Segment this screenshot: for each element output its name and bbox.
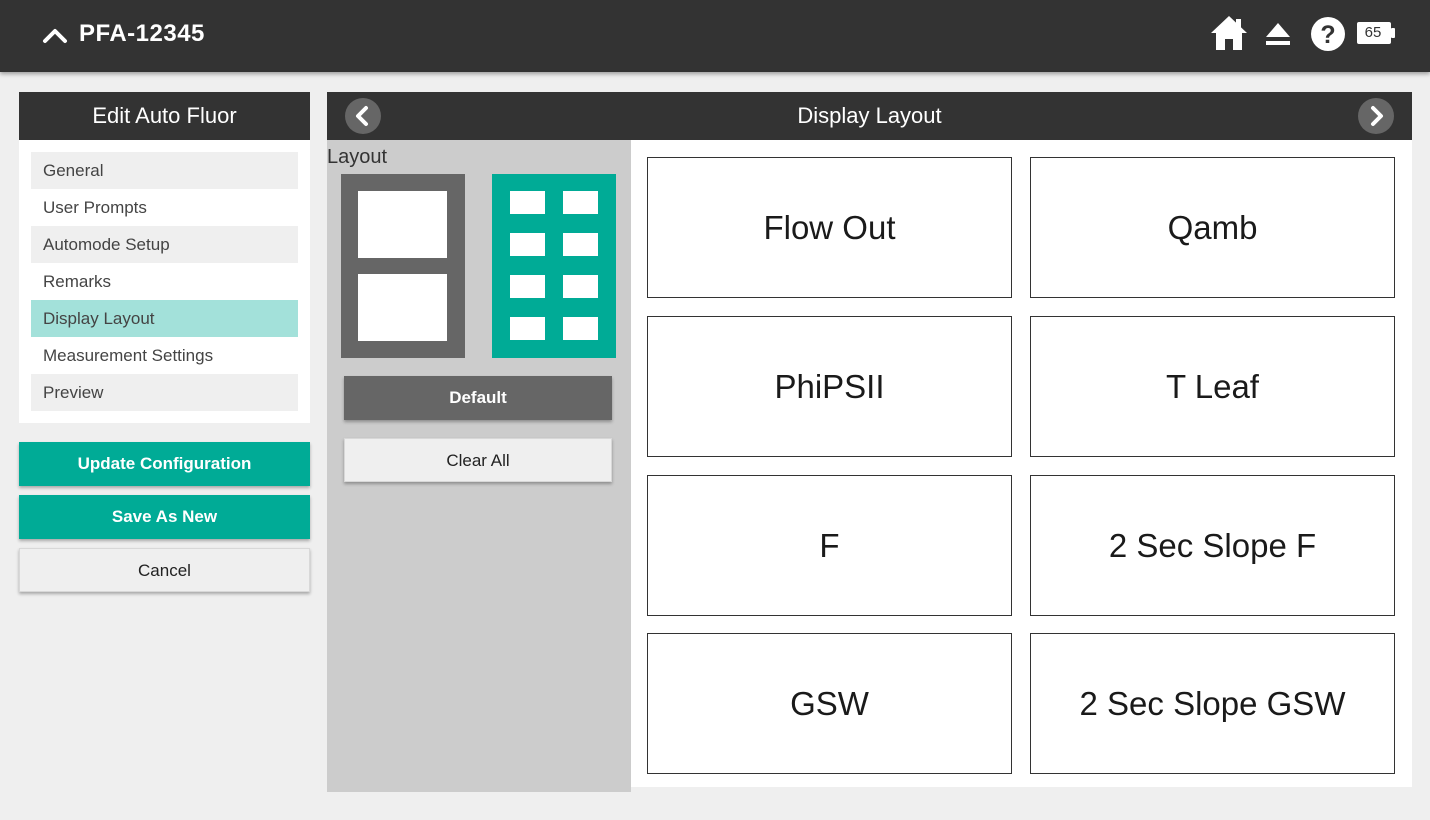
device-name: PFA-12345 <box>79 20 205 47</box>
tile-t-leaf[interactable]: T Leaf <box>1030 316 1395 457</box>
top-bar: PFA-12345 ? 65 <box>0 0 1430 72</box>
previous-arrow-icon[interactable] <box>345 98 381 134</box>
tile-grid: Flow Out Qamb PhiPSII T Leaf F 2 Sec Slo… <box>631 140 1412 787</box>
panel-title: Display Layout <box>797 103 942 128</box>
cancel-button[interactable]: Cancel <box>19 548 310 592</box>
layout-cell <box>510 191 545 214</box>
sidebar-item-preview[interactable]: Preview <box>31 374 298 411</box>
sidebar-item-display-layout[interactable]: Display Layout <box>31 300 298 337</box>
layout-label: Layout <box>327 146 388 168</box>
layout-cell <box>563 191 598 214</box>
chevron-up-icon[interactable] <box>40 22 70 48</box>
layout-option-two-tiles[interactable] <box>341 174 465 358</box>
sidebar-item-general[interactable]: General <box>31 152 298 189</box>
update-configuration-button[interactable]: Update Configuration <box>19 442 310 486</box>
tile-gsw[interactable]: GSW <box>647 633 1012 774</box>
sidebar-item-remarks[interactable]: Remarks <box>31 263 298 300</box>
sidebar-item-measurement-settings[interactable]: Measurement Settings <box>31 337 298 374</box>
layout-cell <box>563 317 598 340</box>
layout-option-eight-tiles[interactable] <box>492 174 616 358</box>
battery-icon: 65 <box>1357 22 1395 44</box>
layout-cell <box>358 191 447 258</box>
sidebar-menu: General User Prompts Automode Setup Rema… <box>19 140 310 423</box>
clear-all-button[interactable]: Clear All <box>344 438 612 482</box>
display-layout-panel: Display Layout Layout Default Clear All <box>327 92 1412 792</box>
home-icon[interactable] <box>1209 14 1249 54</box>
layout-cell <box>510 317 545 340</box>
sidebar-title: Edit Auto Fluor <box>19 92 310 140</box>
tile-2-sec-slope-gsw[interactable]: 2 Sec Slope GSW <box>1030 633 1395 774</box>
layout-cell <box>510 275 545 298</box>
svg-text:?: ? <box>1320 21 1335 49</box>
next-arrow-icon[interactable] <box>1358 98 1394 134</box>
eject-icon[interactable] <box>1263 20 1293 50</box>
tile-qamb[interactable]: Qamb <box>1030 157 1395 298</box>
layout-cell <box>358 274 447 341</box>
layout-cell <box>563 233 598 256</box>
tile-f[interactable]: F <box>647 475 1012 616</box>
tile-flow-out[interactable]: Flow Out <box>647 157 1012 298</box>
tile-2-sec-slope-f[interactable]: 2 Sec Slope F <box>1030 475 1395 616</box>
layout-cell <box>563 275 598 298</box>
battery-percent: 65 <box>1364 24 1382 41</box>
default-button[interactable]: Default <box>344 376 612 420</box>
layout-options: Layout Default Clear All <box>327 140 631 792</box>
layout-cell <box>510 233 545 256</box>
tile-phipsii[interactable]: PhiPSII <box>647 316 1012 457</box>
sidebar-item-user-prompts[interactable]: User Prompts <box>31 189 298 226</box>
sidebar: Edit Auto Fluor General User Prompts Aut… <box>19 92 310 423</box>
save-as-new-button[interactable]: Save As New <box>19 495 310 539</box>
sidebar-item-automode-setup[interactable]: Automode Setup <box>31 226 298 263</box>
panel-header: Display Layout <box>327 92 1412 140</box>
help-icon[interactable]: ? <box>1310 16 1346 52</box>
